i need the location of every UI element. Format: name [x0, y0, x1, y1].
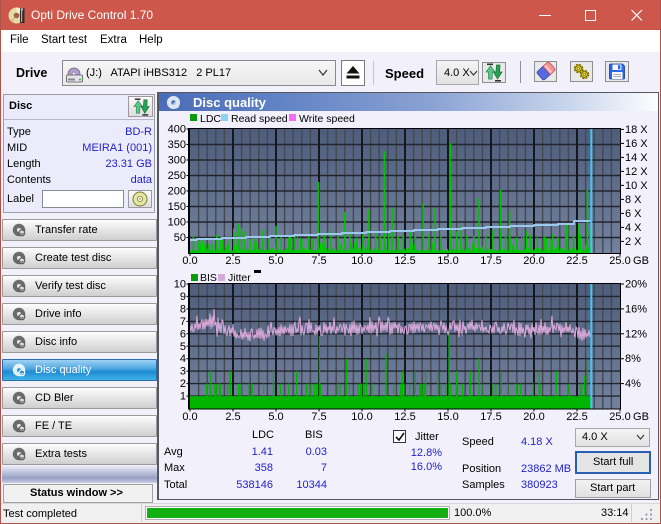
svg-text:4%: 4% — [625, 378, 641, 390]
svg-text:12.5: 12.5 — [394, 255, 415, 267]
svg-text:25.0: 25.0 — [609, 255, 630, 267]
svg-text:15.0: 15.0 — [437, 255, 458, 267]
svg-text:10 X: 10 X — [625, 180, 648, 192]
svg-text:0.0: 0.0 — [182, 255, 197, 267]
svg-text:5.0: 5.0 — [268, 255, 283, 267]
svg-text:100: 100 — [168, 217, 186, 229]
svg-text:7.5: 7.5 — [311, 411, 326, 423]
svg-text:4: 4 — [180, 353, 186, 365]
svg-text:2 X: 2 X — [625, 236, 642, 248]
svg-text:2.5: 2.5 — [225, 411, 240, 423]
svg-text:8%: 8% — [625, 353, 641, 365]
svg-text:8 X: 8 X — [625, 194, 642, 206]
svg-text:3: 3 — [180, 366, 186, 378]
svg-text:12.5: 12.5 — [394, 411, 415, 423]
svg-text:22.5: 22.5 — [566, 255, 587, 267]
svg-text:150: 150 — [168, 201, 186, 213]
svg-text:250: 250 — [168, 170, 186, 182]
svg-text:400: 400 — [168, 124, 186, 136]
svg-text:25.0: 25.0 — [609, 411, 630, 423]
svg-text:GB: GB — [633, 411, 649, 423]
svg-text:6 X: 6 X — [625, 208, 642, 220]
svg-text:10.0: 10.0 — [351, 255, 372, 267]
svg-text:200: 200 — [168, 186, 186, 198]
svg-text:15.0: 15.0 — [437, 411, 458, 423]
svg-text:5.0: 5.0 — [268, 411, 283, 423]
svg-text:17.5: 17.5 — [480, 255, 501, 267]
svg-text:14 X: 14 X — [625, 152, 648, 164]
svg-text:10.0: 10.0 — [351, 411, 372, 423]
svg-text:20.0: 20.0 — [523, 255, 544, 267]
svg-text:16%: 16% — [625, 303, 647, 315]
svg-text:9: 9 — [180, 291, 186, 303]
svg-text:12 X: 12 X — [625, 166, 648, 178]
svg-text:8: 8 — [180, 303, 186, 315]
svg-text:7: 7 — [180, 316, 186, 328]
svg-text:300: 300 — [168, 155, 186, 167]
svg-text:4 X: 4 X — [625, 222, 642, 234]
svg-text:7.5: 7.5 — [311, 255, 326, 267]
svg-text:0.0: 0.0 — [182, 411, 197, 423]
svg-text:50: 50 — [174, 232, 186, 244]
svg-text:2.5: 2.5 — [225, 255, 240, 267]
svg-text:20%: 20% — [625, 279, 647, 291]
svg-text:6: 6 — [180, 328, 186, 340]
svg-text:20.0: 20.0 — [523, 411, 544, 423]
svg-text:12%: 12% — [625, 328, 647, 340]
svg-text:22.5: 22.5 — [566, 411, 587, 423]
svg-text:350: 350 — [168, 139, 186, 151]
svg-text:5: 5 — [180, 341, 186, 353]
svg-text:GB: GB — [633, 255, 649, 267]
svg-text:2: 2 — [180, 378, 186, 390]
svg-text:16 X: 16 X — [625, 138, 648, 150]
svg-text:10: 10 — [174, 279, 186, 291]
svg-text:1: 1 — [180, 391, 186, 403]
svg-text:18 X: 18 X — [625, 124, 648, 136]
svg-text:17.5: 17.5 — [480, 411, 501, 423]
